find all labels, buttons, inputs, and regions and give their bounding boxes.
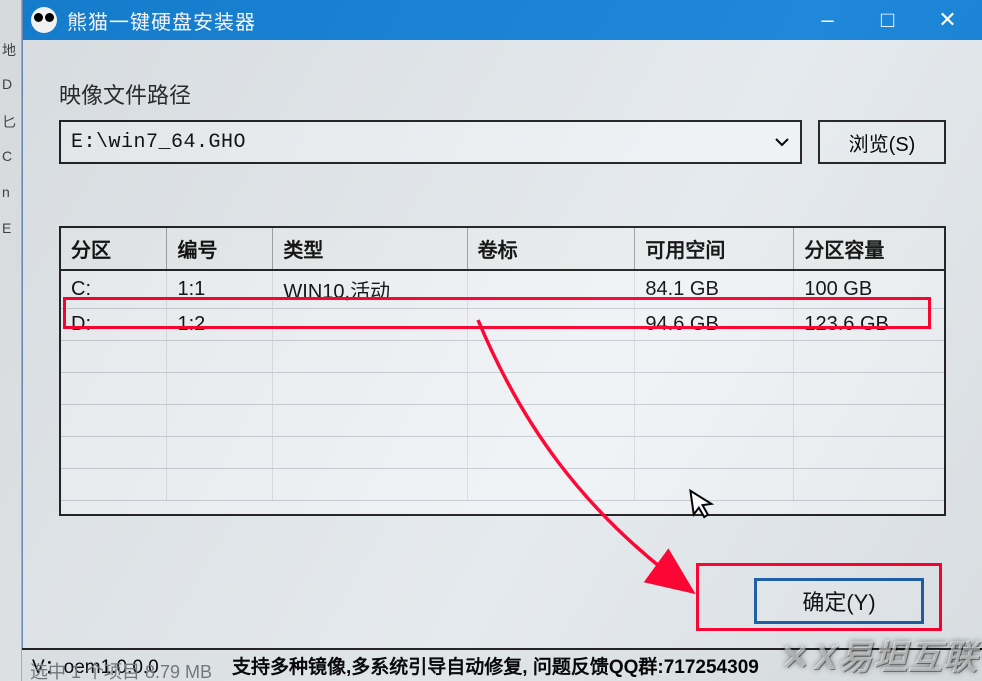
table-header-row: 分区 编号 类型 卷标 可用空间 分区容量 [61,228,944,270]
ok-button[interactable]: 确定(Y) [754,578,924,624]
image-path-value: E:\win7_64.GHO [71,131,768,154]
cell-type [273,309,467,341]
cell-label [467,405,635,437]
cell-capacity [794,373,944,405]
cell-number [167,469,273,501]
cell-label [467,469,635,501]
browse-button[interactable]: 浏览(S) [818,120,946,164]
header-free[interactable]: 可用空间 [635,228,794,270]
titlebar: 熊猫一键硬盘安装器 – □ ✕ [23,0,982,40]
cell-type: WIN10,活动 [273,270,467,309]
cell-type [273,373,467,405]
cell-free [635,469,794,501]
desktop-sliver: 地D匕CnE [0,0,22,681]
header-partition[interactable]: 分区 [61,228,167,270]
cell-type [273,469,467,501]
cell-partition [61,469,167,501]
client-area: 映像文件路径 E:\win7_64.GHO 浏览(S) 分区 [23,40,982,648]
table-row [61,405,944,437]
cell-label [467,270,635,309]
window-title: 熊猫一键硬盘安装器 [67,6,256,35]
image-path-combobox[interactable]: E:\win7_64.GHO [59,120,802,164]
table-row[interactable]: D:1:2 94.6 GB123.6 GB [61,309,944,341]
cell-capacity: 100 GB [794,270,944,309]
cell-label [467,309,635,341]
minimize-icon: – [821,7,834,33]
cell-capacity [794,437,944,469]
cell-free [635,341,794,373]
minimize-button[interactable]: – [798,0,858,40]
panda-icon [31,7,57,33]
close-icon: ✕ [938,7,957,33]
cell-free [635,373,794,405]
header-capacity[interactable]: 分区容量 [794,228,944,270]
header-type[interactable]: 类型 [273,228,467,270]
cell-number: 1:1 [167,270,273,309]
cell-label [467,437,635,469]
cell-partition [61,341,167,373]
header-label[interactable]: 卷标 [467,228,635,270]
ok-button-label: 确定(Y) [802,585,875,617]
cell-free: 94.6 GB [635,309,794,341]
maximize-icon: □ [881,7,895,33]
cell-partition [61,405,167,437]
header-number[interactable]: 编号 [167,228,273,270]
cell-partition [61,437,167,469]
cell-number [167,341,273,373]
cell-capacity: 123.6 GB [794,309,944,341]
cell-capacity [794,405,944,437]
cell-number [167,405,273,437]
cell-number [167,373,273,405]
cell-partition: C: [61,270,167,309]
explorer-selection-text: 选中 1 个项目 8.79 MB [30,658,212,681]
cell-type [273,437,467,469]
cell-free [635,437,794,469]
image-path-label: 映像文件路径 [59,78,946,110]
cell-label [467,341,635,373]
chevron-down-icon [768,134,796,150]
cell-partition [61,373,167,405]
cell-type [273,405,467,437]
table-row [61,469,944,501]
cell-capacity [794,469,944,501]
cell-type [273,341,467,373]
cell-number: 1:2 [167,309,273,341]
cell-partition: D: [61,309,167,341]
partition-table: 分区 编号 类型 卷标 可用空间 分区容量 C:1:1WIN10,活动 84.1… [59,226,946,516]
table-row [61,373,944,405]
table-row [61,437,944,469]
cell-free: 84.1 GB [635,270,794,309]
cell-capacity [794,341,944,373]
main-window: 熊猫一键硬盘安装器 – □ ✕ 映像文件路径 E:\win7_64.GHO 浏览… [22,0,982,648]
maximize-button[interactable]: □ [858,0,918,40]
table-row[interactable]: C:1:1WIN10,活动 84.1 GB100 GB [61,270,944,309]
cell-label [467,373,635,405]
close-button[interactable]: ✕ [918,0,978,40]
cell-free [635,405,794,437]
status-message: 支持多种镜像,多系统引导自动修复, 问题反馈QQ群:717254309 [232,652,976,679]
table-row [61,341,944,373]
cell-number [167,437,273,469]
browse-button-label: 浏览(S) [849,128,916,157]
